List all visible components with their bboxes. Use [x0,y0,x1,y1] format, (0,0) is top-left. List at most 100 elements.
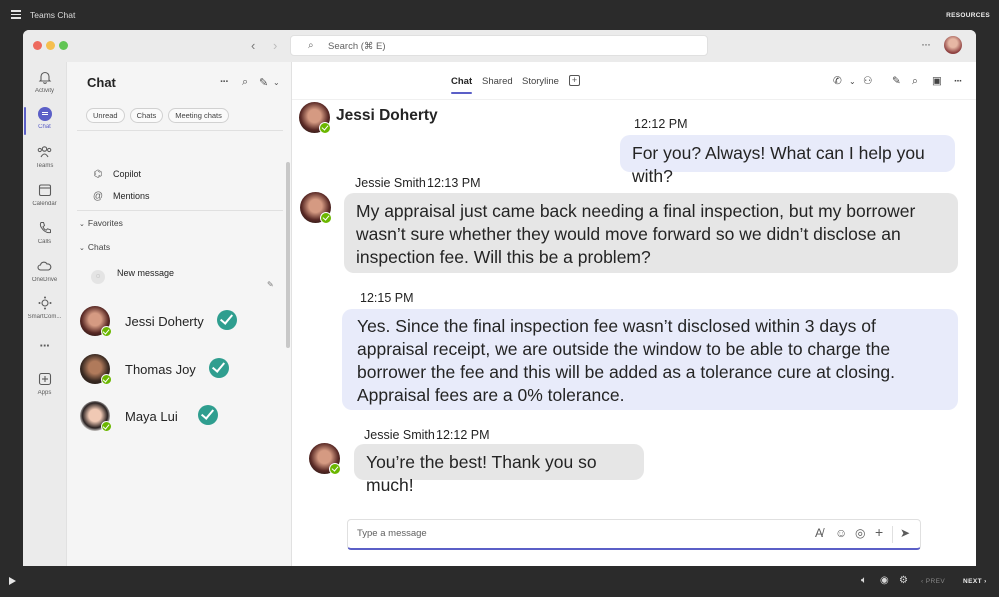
search-input[interactable]: ⌕ Search (⌘ E) [290,35,708,56]
add-apps-icon [37,372,52,387]
loop-icon[interactable]: ◎ [855,526,865,540]
rail-label: OneDrive [31,277,58,283]
rail-item-calls[interactable]: Calls [23,221,66,245]
list-scrollbar[interactable] [286,162,290,348]
mentions-label: Mentions [113,191,150,201]
prev-label: PREV [925,578,946,585]
more-options-icon[interactable]: ··· [921,37,931,51]
presence-available-icon [101,374,112,385]
settings-gear-icon[interactable]: ⚙ [899,575,908,586]
resources-button[interactable]: RESOURCES [946,12,990,19]
chats-section[interactable]: ⌄ Chats [79,242,110,252]
chat-list-pane: Chat ··· ⌕ ✎ ⌄ Unread Chats Meeting chat… [66,62,292,566]
pop-out-icon[interactable]: ▣ [932,75,942,87]
filter-chats[interactable]: Chats [129,108,164,123]
rail-label: Teams [35,163,54,169]
play-icon[interactable] [9,577,16,585]
message-bubble[interactable]: My appraisal just came back needing a fi… [344,193,958,273]
presence-available-icon [320,212,332,224]
message-bubble[interactable]: You’re the best! Thank you so much! [354,444,644,495]
favorites-section[interactable]: ⌄ Favorites [79,218,123,228]
close-window-button[interactable] [33,41,42,50]
message-time: 12:12 PM [634,117,688,131]
captions-icon[interactable]: ◉ [880,575,889,586]
prev-button[interactable]: ‹ PREV [921,578,945,585]
presence-available-icon [101,421,112,432]
emoji-icon[interactable]: ☺ [835,526,847,540]
chat-list-title: Chat [87,75,116,90]
tab-shared[interactable]: Shared [482,76,513,87]
profile-avatar[interactable] [944,36,962,54]
mentions-item[interactable]: @ Mentions [91,191,150,202]
tab-chat[interactable]: Chat [451,76,473,94]
rail-item-apps[interactable]: Apps [23,372,66,396]
chevron-down-icon: ⌄ [79,245,85,252]
bell-icon [37,70,52,85]
edit-icon[interactable]: ✎ [267,280,274,289]
rail-item-smartcomms[interactable]: SmartCom... [23,296,66,320]
filter-unread[interactable]: Unread [86,108,125,123]
message-text: My appraisal just came back needing a fi… [356,201,916,267]
sender-avatar[interactable] [309,443,341,475]
player-top-bar: Teams Chat RESOURCES [0,0,999,30]
zoom-window-button[interactable] [59,41,68,50]
next-button[interactable]: NEXT › [963,578,987,585]
plus-icon[interactable]: + [875,524,883,540]
rail-item-teams[interactable]: Teams [23,145,66,169]
presence-available-icon [329,463,341,475]
chat-list-item-thomas-joy[interactable]: Thomas Joy [80,354,275,388]
hamburger-menu-icon[interactable] [11,10,21,19]
smartcomms-icon [37,296,52,311]
chevron-down-icon[interactable]: ⌄ [849,77,856,86]
teams-window: ‹ › ⌕ Search (⌘ E) ··· Activity Chat Tea… [23,30,976,566]
rail-label: Chat [38,124,51,130]
new-chat-icon: ◌ [91,270,105,284]
chevron-down-icon[interactable]: ⌄ [273,78,280,87]
search-icon[interactable]: ⌕ [912,75,918,88]
tab-storyline[interactable]: Storyline [522,76,559,87]
more-options-icon[interactable]: ··· [220,76,229,88]
rail-item-activity[interactable]: Activity [23,70,66,94]
more-options-icon[interactable]: ··· [954,75,962,87]
message-bubble[interactable]: Yes. Since the final inspection fee wasn… [342,309,958,410]
compose-icon[interactable]: ✎ [259,76,268,89]
rail-item-onedrive[interactable]: OneDrive [23,259,66,283]
minimize-window-button[interactable] [46,41,55,50]
forward-arrow-icon[interactable]: › [273,38,277,53]
message-text: You’re the best! Thank you so much! [366,452,597,495]
message-bubble[interactable]: For you? Always! What can I help you wit… [620,135,955,186]
copilot-icon: ⌬ [93,169,103,180]
call-icon[interactable]: ✆ [833,75,842,87]
rail-item-calendar[interactable]: Calendar [23,183,66,207]
rail-item-chat[interactable]: Chat [23,107,66,135]
chat-list-item-maya-lui[interactable]: Maya Lui [80,401,275,435]
volume-icon[interactable]: 🔈︎ [861,575,867,586]
new-message-label: New message [117,268,175,278]
send-icon[interactable]: ➤ [900,526,910,540]
notes-icon[interactable]: ✎ [892,75,901,87]
filter-pills: Unread Chats Meeting chats [86,108,229,123]
checkmark-icon [198,405,218,425]
contact-name: Maya Lui [125,409,178,424]
conversation-pane: Chat Shared Storyline + ✆ ⌄ ⚇ ✎ ⌕ ▣ ··· … [292,62,976,566]
filter-meeting-chats[interactable]: Meeting chats [168,108,229,123]
message-time: 12:12 PM [436,428,490,442]
rail-more-apps[interactable]: ··· [23,338,66,353]
people-icon[interactable]: ⚇ [863,75,872,87]
composer-placeholder: Type a message [357,528,427,539]
peer-avatar[interactable] [299,102,331,134]
search-icon: ⌕ [308,40,314,51]
rail-label: Apps [37,390,52,396]
contact-name: Jessi Doherty [125,314,204,329]
back-arrow-icon[interactable]: ‹ [251,38,255,53]
chat-list-item-jessi-doherty[interactable]: Jessi Doherty [80,306,275,340]
sender-avatar[interactable] [300,192,332,224]
new-message-item[interactable]: ◌ New message ✎ [89,268,279,290]
more-icon: ··· [39,338,51,353]
add-tab-icon[interactable]: + [569,75,580,86]
presence-available-icon [319,122,331,134]
filter-search-icon[interactable]: ⌕ [242,76,248,89]
format-icon[interactable]: A̸ [815,526,823,540]
copilot-item[interactable]: ⌬ Copilot [91,169,141,180]
message-composer[interactable]: Type a message A̸ ☺ ◎ + ➤ [347,519,921,550]
